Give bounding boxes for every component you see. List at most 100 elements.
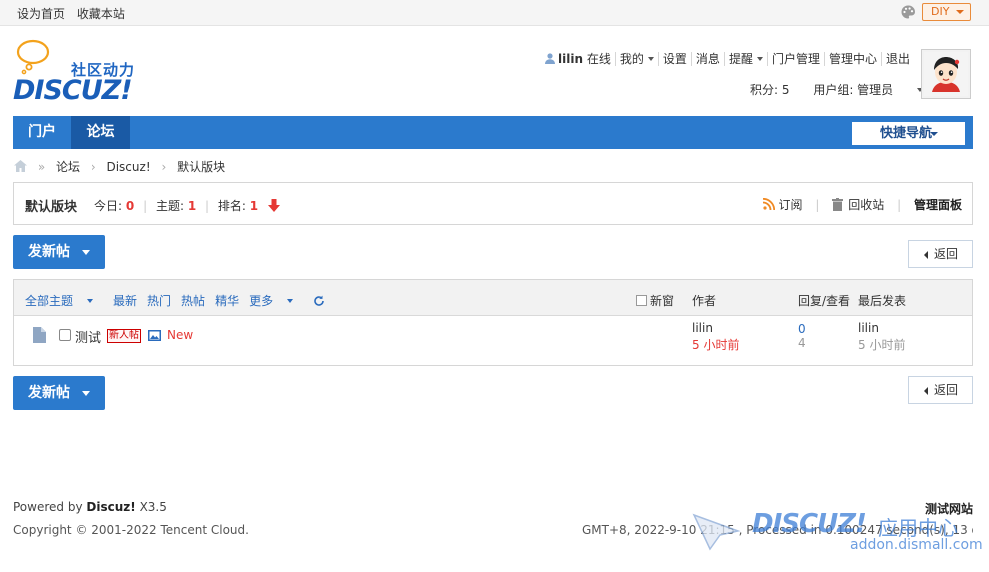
last-post-user[interactable]: lilin xyxy=(858,321,879,335)
filter-hot-posts[interactable]: 热帖 xyxy=(181,294,205,308)
points-link[interactable]: 积分: 5 xyxy=(750,83,790,97)
breadcrumb-separator: » xyxy=(37,160,46,174)
powered-version: X3.5 xyxy=(139,500,167,514)
forum-header: 默认版块 今日: 0 | 主题: 1 | 排名: 1 订阅 | 回收站 | 管理… xyxy=(13,182,973,225)
tab-forum[interactable]: 论坛 xyxy=(71,116,130,149)
chevron-down-icon xyxy=(287,299,294,303)
site-logo[interactable]: 社区动力 DISCUZ! xyxy=(13,37,148,106)
username[interactable]: lilin xyxy=(558,52,583,66)
new-post-button[interactable]: 发新帖 xyxy=(13,235,105,269)
watermark-wordmark: DISCUZ! xyxy=(752,509,867,539)
logo-wordmark: DISCUZ! xyxy=(13,75,133,106)
chevron-down-icon xyxy=(956,10,964,14)
admin-panel-link[interactable]: 管理面板 xyxy=(914,198,962,212)
back-button[interactable]: 返回 xyxy=(908,240,973,268)
speech-bubble-icon xyxy=(16,39,50,75)
usergroup-label: 用户组: 管理员 xyxy=(813,83,894,97)
filter-digest[interactable]: 精华 xyxy=(215,294,239,308)
breadcrumb-discuz[interactable]: Discuz! xyxy=(106,160,150,174)
diy-label: DIY xyxy=(931,5,950,18)
chevron-down-icon xyxy=(82,250,90,255)
column-last-post: 最后发表 xyxy=(858,294,907,308)
divider: | xyxy=(897,198,902,212)
top-links: 设为首页 收藏本站 xyxy=(17,5,133,22)
breadcrumb-current[interactable]: 默认版块 xyxy=(177,160,225,174)
messages-link[interactable]: 消息 xyxy=(692,52,725,66)
set-homepage-link[interactable]: 设为首页 xyxy=(17,7,65,21)
new-window-checkbox[interactable] xyxy=(636,295,647,306)
cursor-arrow-icon xyxy=(692,513,741,551)
bookmark-site-link[interactable]: 收藏本站 xyxy=(77,7,125,21)
back-button[interactable]: 返回 xyxy=(908,376,973,404)
watermark: DISCUZ! 应用中心 addon.dismall.com xyxy=(692,507,983,567)
portal-admin-link[interactable]: 门户管理 xyxy=(768,52,825,66)
chevron-down-icon xyxy=(756,57,763,61)
user-online-status[interactable]: lilin 在线 xyxy=(541,52,616,66)
document-icon[interactable] xyxy=(33,327,46,343)
breadcrumb-forum[interactable]: 论坛 xyxy=(56,160,80,174)
thread-select-checkbox[interactable] xyxy=(59,329,71,341)
thread-list: 全部主题 最新 热门 热帖 精华 更多 新窗 作者 回复/查看 最后发表 测试 新人帖 N… xyxy=(13,279,973,366)
settings-link[interactable]: 设置 xyxy=(659,52,692,66)
topics-value: 1 xyxy=(187,199,197,213)
back-label: 返回 xyxy=(934,247,959,261)
reminders-menu[interactable]: 提醒 xyxy=(725,52,768,66)
powered-brand-link[interactable]: Discuz! xyxy=(86,500,135,514)
new-window-toggle[interactable]: 新窗 xyxy=(636,292,674,309)
main-navbar: 门户 论坛 快捷导航 xyxy=(13,116,973,149)
powered-prefix: Powered by xyxy=(13,500,83,514)
thread-title[interactable]: 测试 xyxy=(75,327,101,346)
column-author: 作者 xyxy=(692,294,717,308)
thread-post-time: 5 小时前 xyxy=(692,338,740,352)
thread-replies: 0 xyxy=(798,322,806,336)
quick-nav-label: 快捷导航 xyxy=(880,126,933,141)
home-icon[interactable] xyxy=(14,160,27,172)
newbie-post-badge: 新人帖 xyxy=(107,329,141,343)
rank-value: 1 xyxy=(249,199,259,213)
tab-portal[interactable]: 门户 xyxy=(13,116,71,149)
filter-latest[interactable]: 最新 xyxy=(113,294,137,308)
breadcrumb: » 论坛 › Discuz! › 默认版块 xyxy=(14,158,225,175)
diy-button[interactable]: DIY xyxy=(922,3,971,21)
breadcrumb-separator: › xyxy=(161,160,167,174)
filter-more[interactable]: 更多 xyxy=(249,294,303,308)
divider: | xyxy=(815,198,820,212)
admin-center-link[interactable]: 管理中心 xyxy=(825,52,882,66)
filter-all-topics[interactable]: 全部主题 xyxy=(25,294,103,308)
today-label: 今日: xyxy=(94,199,123,213)
filter-all-label: 全部主题 xyxy=(25,294,74,308)
new-tag: New xyxy=(167,328,194,342)
my-menu[interactable]: 我的 xyxy=(616,52,659,66)
online-status: 在线 xyxy=(586,52,611,66)
last-post-time[interactable]: 5 小时前 xyxy=(858,336,905,353)
quick-nav-button[interactable]: 快捷导航 xyxy=(852,122,965,145)
chevron-left-icon xyxy=(924,251,928,259)
thread-views: 4 xyxy=(798,336,806,350)
user-nav: lilin 在线 我的 设置 消息 提醒 门户管理 管理中心 退出 xyxy=(541,52,914,66)
chevron-down-icon xyxy=(82,391,90,396)
thread-author[interactable]: lilin xyxy=(692,321,713,335)
forum-actions: 订阅 | 回收站 | 管理面板 xyxy=(762,196,962,213)
forum-name: 默认版块 xyxy=(25,200,78,215)
chevron-down-icon xyxy=(930,132,938,136)
topics-label: 主题: xyxy=(155,199,184,213)
chevron-down-icon xyxy=(647,57,654,61)
refresh-icon[interactable] xyxy=(313,295,325,307)
subscribe-link[interactable]: 订阅 xyxy=(779,198,803,212)
recycle-bin-link[interactable]: 回收站 xyxy=(848,198,884,212)
table-row: 测试 新人帖 New lilin 5 小时前 0 4 lilin 5 小时前 xyxy=(14,317,972,365)
palette-icon[interactable] xyxy=(900,4,916,20)
new-post-button[interactable]: 发新帖 xyxy=(13,376,105,410)
divider: | xyxy=(143,199,148,213)
divider: | xyxy=(205,199,210,213)
filter-hot[interactable]: 热门 xyxy=(147,294,171,308)
thread-list-header: 全部主题 最新 热门 热帖 精华 更多 新窗 作者 回复/查看 最后发表 xyxy=(14,280,972,316)
user-icon xyxy=(545,53,556,64)
avatar[interactable] xyxy=(921,49,971,99)
thread-filters: 全部主题 最新 热门 热帖 精华 更多 xyxy=(25,292,325,309)
logout-link[interactable]: 退出 xyxy=(882,52,914,66)
column-replies-views: 回复/查看 xyxy=(798,294,851,308)
arrow-down-icon xyxy=(267,199,280,212)
new-post-label: 发新帖 xyxy=(28,385,70,401)
reminders-label: 提醒 xyxy=(728,52,753,66)
